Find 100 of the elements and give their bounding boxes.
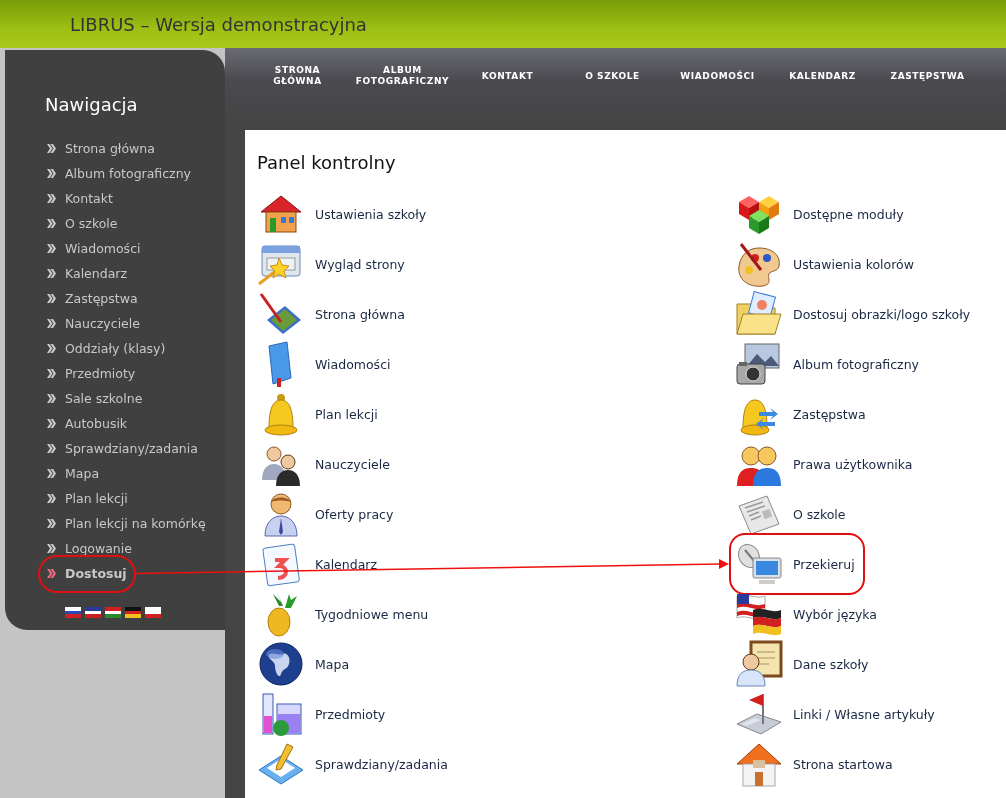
sidebar-link-text: O szkole [65, 216, 118, 231]
panel-link-text: Ustawienia szkoły [315, 206, 427, 222]
panel-link-text: Wybór języka [793, 606, 878, 622]
panel-link[interactable]: Zastępstwa [735, 389, 870, 439]
panel-link[interactable]: Plan lekcji [257, 389, 382, 439]
panel-link[interactable]: Strona startowa [735, 739, 897, 789]
panel-link-text: Plan lekcji [315, 406, 378, 422]
panel-link[interactable]: Nauczyciele [257, 439, 394, 489]
sidebar-link-text: Album fotograficzny [65, 166, 191, 181]
panel-link[interactable]: Prawa użytkownika [735, 439, 917, 489]
sidebar-title: Nawigacja [45, 94, 138, 115]
sidebar-link[interactable]: Logowanie [47, 538, 132, 559]
sidebar-link[interactable]: O szkole [47, 213, 118, 234]
sidebar-link[interactable]: Kontakt [47, 188, 113, 209]
panel-link[interactable]: Dostosuj obrazki/logo szkoły [735, 289, 975, 339]
nav-link[interactable]: ZASTĘPSTWA [875, 48, 980, 104]
chevron-icon [47, 219, 56, 228]
panel-link-text: Przedmioty [315, 706, 386, 722]
panel-link-text: Album fotograficzny [793, 356, 919, 372]
panel-link[interactable]: Przekieruj [735, 539, 859, 589]
chevron-icon [47, 544, 56, 553]
panel-link[interactable]: Wiadomości [257, 339, 395, 389]
sidebar-link[interactable]: Dostosuj [47, 563, 127, 584]
flag-icon[interactable] [125, 607, 141, 618]
panel-link[interactable]: Strona główna [257, 289, 409, 339]
chevron-icon [47, 419, 56, 428]
sidebar-link-text: Plan lekcji [65, 491, 128, 506]
panel-link[interactable]: Wygląd strony [257, 239, 409, 289]
panel-link[interactable]: O szkole [735, 489, 850, 539]
flag-icon[interactable] [85, 607, 101, 618]
panel-link[interactable]: Album fotograficzny [735, 339, 923, 389]
panel-link-text: Przekieruj [793, 556, 855, 572]
chevron-icon [47, 244, 56, 253]
panel-link[interactable]: Wybór języka [735, 589, 882, 639]
panel-link[interactable]: Mapa [257, 639, 354, 689]
sidebar-link-text: Przedmioty [65, 366, 136, 381]
sidebar-link-text: Autobusik [65, 416, 128, 431]
nav-link[interactable]: STRONA GŁÓWNA [245, 48, 350, 104]
sidebar-link-text: Dostosuj [65, 566, 127, 581]
sidebar-link[interactable]: Sprawdziany/zadania [47, 438, 198, 459]
nav-link[interactable]: WIADOMOŚCI [665, 48, 770, 104]
sidebar-link[interactable]: Przedmioty [47, 363, 136, 384]
panel-link-text: Oferty pracy [315, 506, 394, 522]
panel-link[interactable]: Sprawdziany/zadania [257, 739, 452, 789]
sidebar-link[interactable]: Plan lekcji na komórkę [47, 513, 206, 534]
nav-link[interactable]: ALBUM FOTOGRAFICZNY [350, 48, 455, 104]
panel-link-text: Sprawdziany/zadania [315, 756, 448, 772]
panel-link-text: Dostępne moduły [793, 206, 904, 222]
panel-link[interactable]: Ustawienia kolorów [735, 239, 918, 289]
panel-link[interactable]: Dane szkoły [735, 639, 873, 689]
chevron-icon [47, 144, 56, 153]
sidebar-link[interactable]: Wiadomości [47, 238, 141, 259]
panel-link-text: O szkole [793, 506, 846, 522]
panel-link[interactable]: Kalendarz [257, 539, 382, 589]
chevron-icon [47, 269, 56, 278]
flag-icon[interactable] [145, 607, 161, 618]
camera-icon [735, 340, 783, 388]
sidebar-link[interactable]: Zastępstwa [47, 288, 138, 309]
chevron-icon [47, 344, 56, 353]
panel-link[interactable]: Dostępne moduły [735, 189, 908, 239]
sidebar-link[interactable]: Oddziały (klasy) [47, 338, 166, 359]
sidebar-link[interactable]: Strona główna [47, 138, 155, 159]
nav-link[interactable]: O SZKOLE [560, 48, 665, 104]
panel-link-text: Mapa [315, 656, 350, 672]
sidebar-link-text: Plan lekcji na komórkę [65, 516, 206, 531]
panel-link[interactable]: Linki / Własne artykuły [735, 689, 939, 739]
folder-picture-icon [735, 290, 783, 338]
chevron-icon [47, 394, 56, 403]
flag-icon[interactable] [65, 607, 81, 618]
chevron-icon [47, 519, 56, 528]
sidebar-link[interactable]: Mapa [47, 463, 100, 484]
sidebar-link-text: Mapa [65, 466, 100, 481]
sidebar-link[interactable]: Plan lekcji [47, 488, 128, 509]
sidebar-link-text: Zastępstwa [65, 291, 138, 306]
sidebar-link-text: Sprawdziany/zadania [65, 441, 198, 456]
panel-link[interactable]: Przedmioty [257, 689, 390, 739]
panel-link[interactable]: Tygodniowe menu [257, 589, 433, 639]
sidebar-link[interactable]: Autobusik [47, 413, 128, 434]
chevron-icon [47, 444, 56, 453]
sidebar-link-text: Kalendarz [65, 266, 128, 281]
sidebar-link[interactable]: Nauczyciele [47, 313, 140, 334]
chevron-icon [47, 469, 56, 478]
nav-link[interactable]: KALENDARZ [770, 48, 875, 104]
sidebar-link[interactable]: Sale szkolne [47, 388, 143, 409]
sidebar-link-text: Logowanie [65, 541, 132, 556]
panel-link-text: Nauczyciele [315, 456, 390, 472]
site-title: LIBRUS – Wersja demonstracyjna [70, 13, 367, 35]
panel-link-text: Linki / Własne artykuły [793, 706, 935, 722]
chevron-icon [47, 169, 56, 178]
chevron-icon [47, 194, 56, 203]
nav-link[interactable]: KONTAKT [455, 48, 560, 104]
panel-link[interactable]: Ustawienia szkoły [257, 189, 431, 239]
certificate-person-icon [735, 640, 783, 688]
sidebar-link[interactable]: Album fotograficzny [47, 163, 191, 184]
sidebar-link-text: Kontakt [65, 191, 113, 206]
panel-link-text: Wiadomości [315, 356, 391, 372]
panel-link-text: Strona główna [315, 306, 405, 322]
sidebar-link[interactable]: Kalendarz [47, 263, 128, 284]
flag-icon[interactable] [105, 607, 121, 618]
panel-link[interactable]: Oferty pracy [257, 489, 398, 539]
